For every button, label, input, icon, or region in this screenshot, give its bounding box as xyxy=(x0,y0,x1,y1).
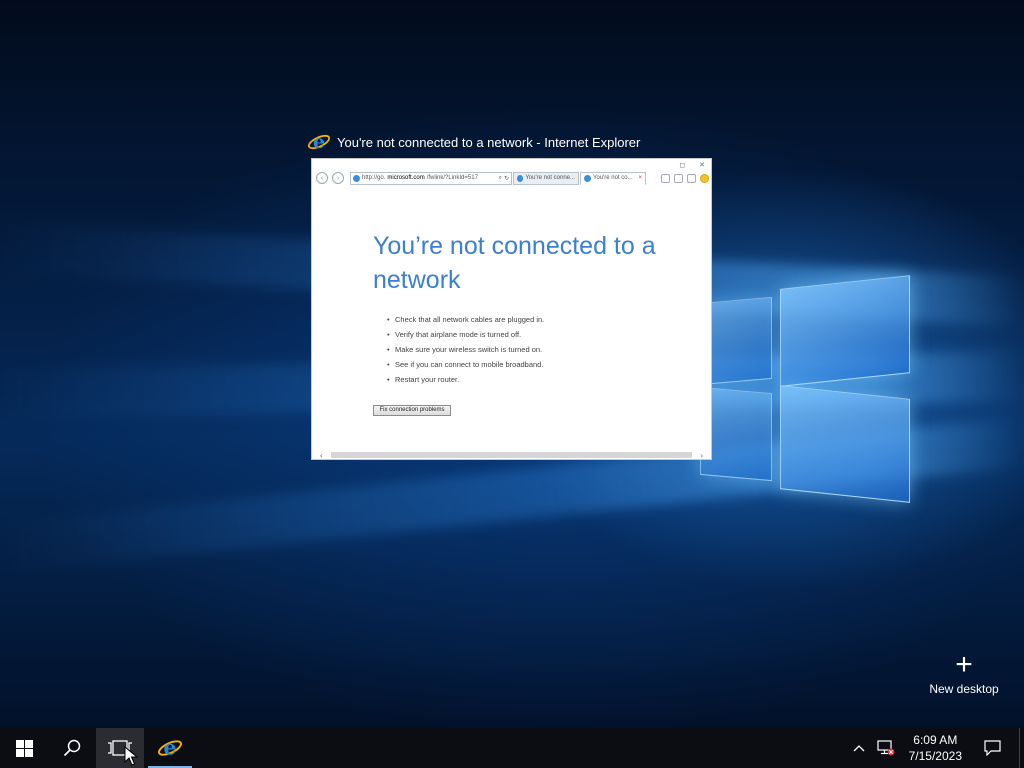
clock[interactable]: 6:09 AM 7/15/2023 xyxy=(901,728,970,768)
browser-toolbar: ‹ › http://go. microsoft.com/fwlink/?Link… xyxy=(312,170,711,186)
new-desktop-button[interactable]: + New desktop xyxy=(924,648,1004,697)
ie-icon: e xyxy=(158,736,182,760)
taskbar-app-internet-explorer[interactable]: e xyxy=(146,728,194,768)
page-title: You’re not connected to a network xyxy=(373,232,656,294)
browser-command-icons xyxy=(661,173,711,183)
address-suffix: /fwlink/?LinkId=517 xyxy=(426,175,478,181)
fix-connection-button[interactable]: Fix connection problems xyxy=(373,405,451,416)
refresh-icon[interactable]: ↻ xyxy=(504,175,509,182)
windows-start-icon xyxy=(15,739,33,757)
mouse-cursor-icon xyxy=(124,746,138,766)
show-desktop-button[interactable] xyxy=(1019,728,1024,768)
list-item: Restart your router. xyxy=(387,372,544,387)
network-status-button[interactable] xyxy=(871,728,901,768)
horizontal-scrollbar[interactable]: ‹ › xyxy=(312,450,711,460)
home-icon[interactable] xyxy=(661,173,670,183)
address-domain: microsoft.com xyxy=(387,175,425,181)
maximize-icon[interactable]: ◻ xyxy=(679,161,685,169)
window-caption[interactable]: e You're not connected to a network - In… xyxy=(307,128,640,156)
svg-text:e: e xyxy=(313,131,325,153)
forward-icon[interactable]: › xyxy=(332,172,344,184)
taskbar: e 6:09 AM 7/15/2023 xyxy=(0,728,1024,768)
tools-gear-icon[interactable] xyxy=(687,173,696,183)
search-button[interactable] xyxy=(48,728,96,768)
tab-close-icon[interactable]: × xyxy=(638,175,642,181)
ie-icon: e xyxy=(307,131,331,153)
search-icon xyxy=(63,739,81,757)
address-prefix: http://go. xyxy=(362,175,386,181)
browser-tab-active[interactable]: You're not co... × xyxy=(580,171,646,185)
scroll-right-icon[interactable]: › xyxy=(700,451,711,460)
window-thumbnail[interactable]: ◻ ✕ ‹ › http://go. microsoft.com/fwlink/?… xyxy=(311,158,712,460)
start-button[interactable] xyxy=(0,728,48,768)
window-title: You're not connected to a network - Inte… xyxy=(337,134,641,150)
search-icon[interactable]: ⌕ xyxy=(499,175,502,182)
svg-text:e: e xyxy=(163,736,176,760)
chevron-up-icon xyxy=(853,745,865,752)
tab-label: You're not conne... xyxy=(525,175,575,181)
action-center-icon xyxy=(984,740,1001,756)
list-item: See if you can connect to mobile broadba… xyxy=(387,357,544,372)
clock-date: 7/15/2023 xyxy=(908,749,962,763)
close-icon[interactable]: ✕ xyxy=(699,161,705,169)
clock-time: 6:09 AM xyxy=(913,733,958,747)
list-item: Verify that airplane mode is turned off. xyxy=(387,327,544,342)
plus-icon: + xyxy=(955,648,973,681)
new-desktop-label: New desktop xyxy=(929,682,999,696)
back-icon[interactable]: ‹ xyxy=(316,172,328,184)
address-bar[interactable]: http://go. microsoft.com/fwlink/?LinkId=5… xyxy=(350,171,512,185)
action-center-button[interactable] xyxy=(970,728,1015,768)
ie-icon xyxy=(584,174,591,182)
title-bar-controls: ◻ ✕ xyxy=(312,159,711,170)
scrollbar-track[interactable] xyxy=(330,452,693,458)
tab-label: You're not co... xyxy=(593,175,633,181)
system-tray: 6:09 AM 7/15/2023 xyxy=(847,728,1024,768)
feedback-smiley-icon[interactable] xyxy=(700,173,709,183)
browser-tab[interactable]: You're not conne... xyxy=(513,171,579,185)
list-item: Make sure your wireless switch is turned… xyxy=(387,342,544,357)
show-hidden-icons-button[interactable] xyxy=(847,728,871,768)
troubleshoot-list: Check that all network cables are plugge… xyxy=(387,312,544,387)
scroll-left-icon[interactable]: ‹ xyxy=(312,451,323,460)
ie-icon xyxy=(353,174,360,182)
ie-icon xyxy=(517,174,524,182)
network-disconnected-icon xyxy=(877,740,895,756)
favorites-star-icon[interactable] xyxy=(674,173,683,183)
list-item: Check that all network cables are plugge… xyxy=(387,312,544,327)
